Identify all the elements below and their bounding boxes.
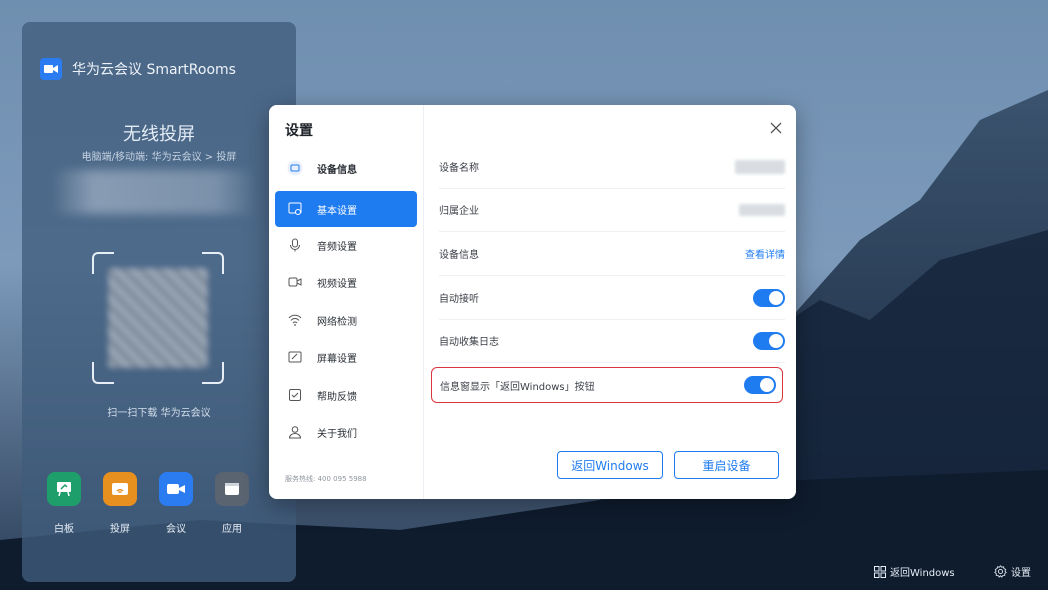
row-label: 设备信息 <box>439 250 479 261</box>
nav-label: 设备信息 <box>317 164 357 176</box>
cast-title: 无线投屏 <box>123 124 195 145</box>
row-label: 自动接听 <box>439 294 479 305</box>
qr-code-image <box>108 268 208 368</box>
microphone-icon <box>287 237 303 253</box>
app-logo-icon <box>40 58 62 80</box>
nav-audio-settings[interactable]: 音频设置 <box>275 227 417 263</box>
nav-help-feedback[interactable]: 帮助反馈 <box>275 377 417 413</box>
nav-label: 屏幕设置 <box>317 353 357 365</box>
auto-collect-logs-toggle[interactable] <box>753 331 785 350</box>
row-device-name: 设备名称 <box>439 145 785 189</box>
dock-meeting[interactable]: 会议 <box>158 472 194 535</box>
nav-network-check[interactable]: 网络检测 <box>275 302 417 338</box>
dock-label: 应用 <box>222 524 242 535</box>
row-label: 自动收集日志 <box>439 337 499 348</box>
dialog-title: 设置 <box>285 123 313 139</box>
nav-label: 基本设置 <box>317 205 357 217</box>
restart-device-button[interactable]: 重启设备 <box>674 451 779 479</box>
dock-label: 投屏 <box>110 524 130 535</box>
row-enterprise: 归属企业 <box>439 188 785 232</box>
nav-label: 音频设置 <box>317 241 357 253</box>
cast-instructions: 电脑端/移动端: 华为云会议 > 投屏 <box>81 152 237 163</box>
nav-label: 网络检测 <box>317 316 357 328</box>
feedback-icon <box>287 387 303 403</box>
nav-basic-settings[interactable]: 基本设置 <box>275 191 417 227</box>
app-dock: 白板 投屏 会议 应用 <box>46 472 250 535</box>
close-icon[interactable] <box>770 122 782 134</box>
camera-icon <box>287 274 303 290</box>
taskbar-settings-label: 设置 <box>1011 568 1031 579</box>
wifi-icon <box>287 312 303 328</box>
taskbar-settings[interactable]: 设置 <box>994 564 1031 579</box>
row-label: 归属企业 <box>439 206 479 217</box>
dock-label: 白板 <box>54 524 74 535</box>
row-label: 信息窗显示「返回Windows」按钮 <box>440 381 595 393</box>
row-auto-collect-logs: 自动收集日志 <box>439 319 785 363</box>
user-icon <box>287 424 303 440</box>
settings-dialog: 设置 设备信息 基本设置 音频设置 视频设置 网络检测 屏幕设置 帮助反馈 关于… <box>269 105 796 499</box>
wireless-cast-panel: 华为云会议 SmartRooms 无线投屏 电脑端/移动端: 华为云会议 > 投… <box>22 22 296 582</box>
app-header: 华为云会议 SmartRooms <box>40 58 236 80</box>
view-details-link[interactable]: 查看详情 <box>745 246 785 261</box>
nav-about-us[interactable]: 关于我们 <box>275 414 417 450</box>
nav-video-settings[interactable]: 视频设置 <box>275 264 417 300</box>
app-title: 华为云会议 SmartRooms <box>72 62 236 78</box>
auto-answer-toggle[interactable] <box>753 288 785 307</box>
show-back-windows-toggle[interactable] <box>744 376 776 394</box>
nav-device-info[interactable]: 设备信息 <box>275 150 417 186</box>
nav-label: 关于我们 <box>317 428 357 440</box>
row-label: 设备名称 <box>439 163 479 174</box>
enterprise-value <box>739 203 785 216</box>
apps-icon[interactable] <box>215 472 249 506</box>
back-to-windows-button[interactable]: 返回Windows <box>557 451 663 479</box>
close-button[interactable] <box>767 119 785 137</box>
row-device-info: 设备信息 查看详情 <box>439 232 785 276</box>
dock-label: 会议 <box>166 524 186 535</box>
taskbar-back-windows[interactable]: 返回Windows <box>874 564 955 579</box>
taskbar-back-windows-label: 返回Windows <box>890 568 955 579</box>
row-auto-answer: 自动接听 <box>439 276 785 320</box>
qr-caption: 扫一扫下载 华为云会议 <box>107 408 211 419</box>
dock-whiteboard[interactable]: 白板 <box>46 472 82 535</box>
service-hotline: 服务热线: 400 095 5988 <box>285 475 367 483</box>
row-show-back-windows: 信息窗显示「返回Windows」按钮 <box>431 367 783 403</box>
windows-icon <box>874 565 886 578</box>
dock-apps[interactable]: 应用 <box>214 472 250 535</box>
meeting-icon[interactable] <box>159 472 193 506</box>
basic-settings-icon <box>287 201 303 217</box>
dock-cast[interactable]: 投屏 <box>102 472 138 535</box>
nav-screen-settings[interactable]: 屏幕设置 <box>275 339 417 375</box>
device-name-value <box>735 159 785 174</box>
settings-sidebar: 设置 设备信息 基本设置 音频设置 视频设置 网络检测 屏幕设置 帮助反馈 关于… <box>269 105 424 499</box>
device-info-icon <box>287 160 303 176</box>
whiteboard-icon[interactable] <box>47 472 81 506</box>
cast-code-blurred <box>52 170 257 214</box>
screen-icon <box>287 349 303 365</box>
nav-label: 视频设置 <box>317 278 357 290</box>
gear-icon <box>994 565 1007 578</box>
nav-label: 帮助反馈 <box>317 391 357 403</box>
cast-icon[interactable] <box>103 472 137 506</box>
qr-code-frame <box>92 252 224 384</box>
